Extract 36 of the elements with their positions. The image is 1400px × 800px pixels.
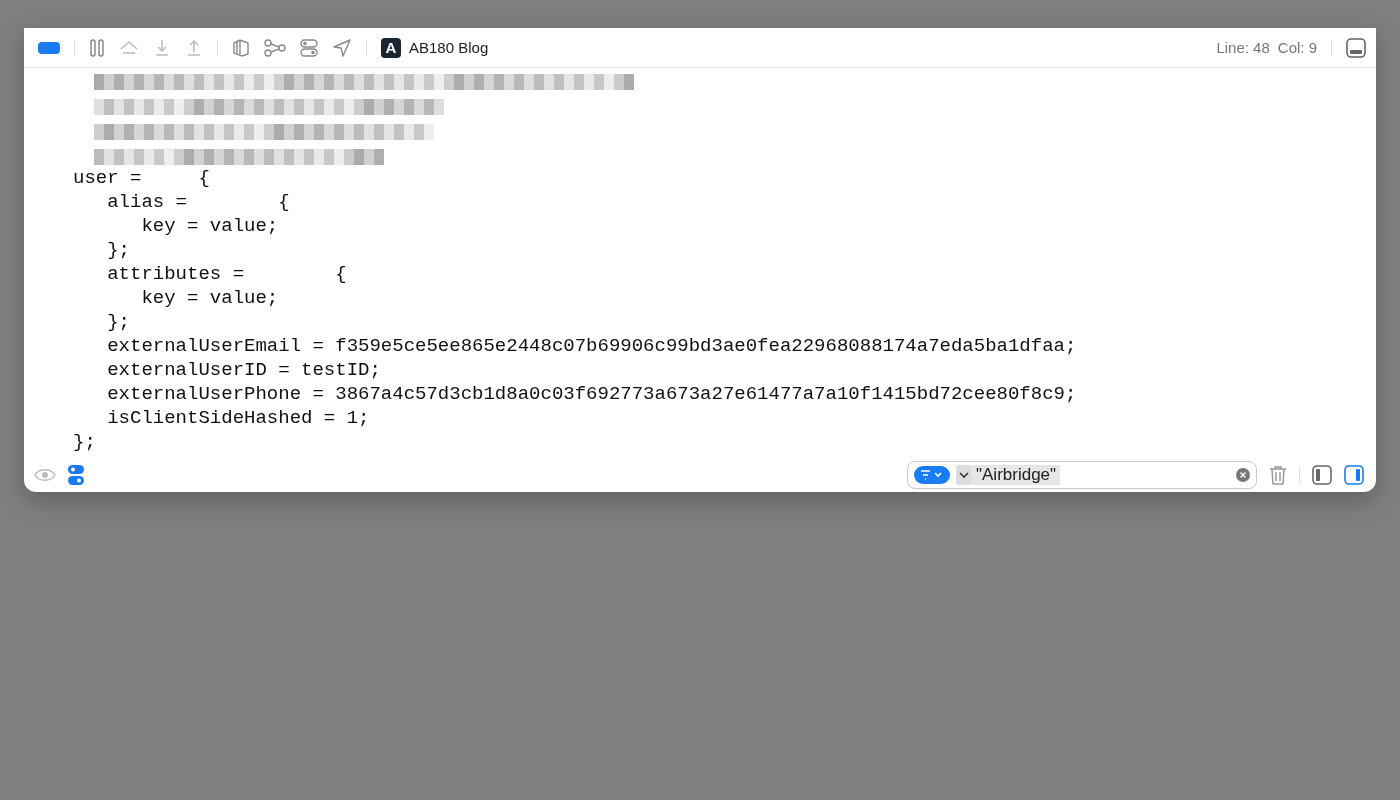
code-line: externalUserPhone = 3867a4c57d3cb1d8a0c03f692773a673a27e61477a7a10f1415bd72cee80f8c9; bbox=[106, 382, 1078, 406]
code-line: user = { bbox=[73, 166, 211, 190]
column-number: Col: 9 bbox=[1277, 39, 1317, 56]
app-icon: A bbox=[381, 37, 401, 58]
record-icon[interactable] bbox=[38, 41, 60, 54]
eye-icon[interactable] bbox=[34, 468, 56, 482]
location-arrow-icon[interactable] bbox=[332, 38, 352, 57]
layers-icon[interactable] bbox=[232, 38, 250, 57]
code-line: alias = { bbox=[106, 190, 291, 214]
toggles-icon[interactable] bbox=[300, 38, 318, 57]
filter-field[interactable]: "Airbridge" bbox=[907, 461, 1257, 489]
graph-icon[interactable] bbox=[264, 38, 286, 57]
pause-icon[interactable] bbox=[89, 38, 105, 57]
upload-icon[interactable] bbox=[185, 38, 203, 57]
step-over-icon[interactable] bbox=[119, 38, 139, 57]
filter-token: "Airbridge" bbox=[972, 465, 1061, 485]
code-line: }; bbox=[73, 430, 97, 454]
code-line: externalUserEmail = f359e5ce5ee865e2448c07b69906c99bd3ae0fea22968088174a7eda5ba1dfaa; bbox=[106, 334, 1078, 358]
app-name: AB180 Blog bbox=[409, 39, 489, 56]
bottom-panel-icon[interactable] bbox=[1346, 37, 1366, 58]
code-line: attributes = { bbox=[106, 262, 348, 286]
filter-menu-icon[interactable] bbox=[914, 466, 950, 484]
toggles-icon[interactable] bbox=[68, 465, 84, 485]
code-line: }; bbox=[106, 238, 131, 262]
code-line: key = value; bbox=[140, 286, 280, 310]
trash-icon[interactable] bbox=[1269, 465, 1287, 485]
right-panel-icon[interactable] bbox=[1344, 465, 1364, 485]
left-panel-icon[interactable] bbox=[1312, 465, 1332, 485]
code-line: }; bbox=[106, 310, 131, 334]
code-line: externalUserID = testID; bbox=[106, 358, 382, 382]
line-number: Line: 48 bbox=[1216, 39, 1270, 56]
clear-icon[interactable] bbox=[1236, 468, 1250, 482]
download-icon[interactable] bbox=[153, 38, 171, 57]
code-line: isClientSideHashed = 1; bbox=[106, 406, 371, 430]
code-line: key = value; bbox=[140, 214, 280, 238]
chevron-down-icon[interactable] bbox=[956, 465, 972, 485]
